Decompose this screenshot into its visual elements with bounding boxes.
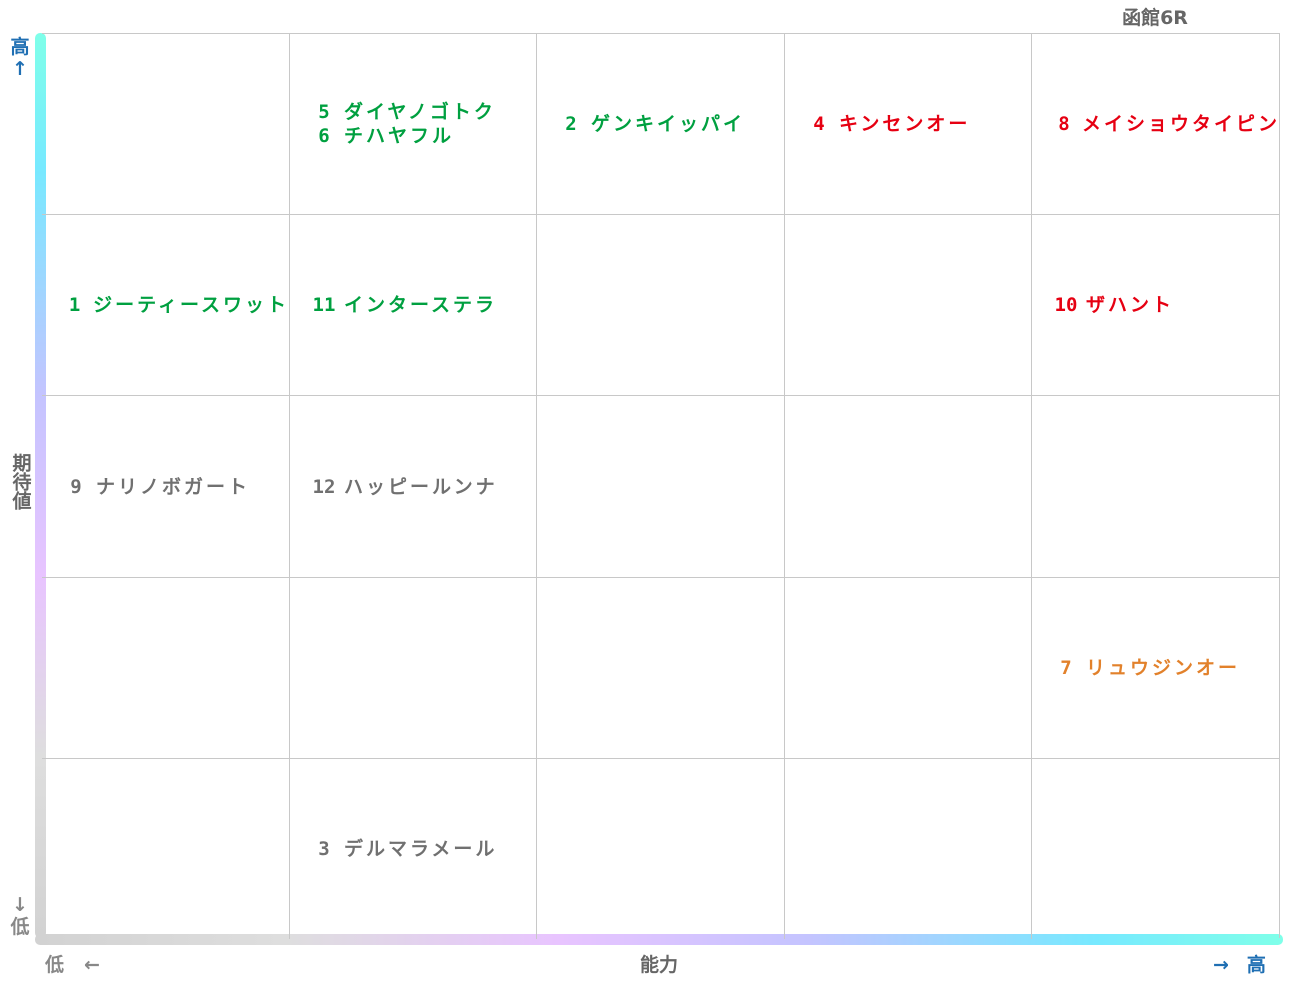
- grid-cell: [784, 578, 1031, 759]
- y-low-text: 低: [10, 916, 30, 938]
- horse-number: 6: [318, 125, 330, 147]
- horse-name: チハヤフル: [344, 125, 455, 147]
- grid-cell: 10 ザハント: [1031, 215, 1280, 396]
- horse-number: 9: [70, 475, 82, 498]
- horse-name: インターステラ: [344, 294, 498, 316]
- horse-entry: 2 ゲンキイッパイ: [551, 112, 784, 136]
- x-high-text: 高: [1246, 954, 1266, 976]
- horse-name: ナリノボガート: [96, 475, 251, 498]
- horse-entry: 5 ダイヤノゴトク: [304, 100, 536, 124]
- horse-entry: 3 デルマラメール: [304, 837, 536, 861]
- horse-entry: 12 ハッピールンナ: [304, 475, 536, 499]
- arrow-up-icon: ↑: [12, 58, 28, 80]
- y-axis-low-label: ↓ 低: [8, 894, 32, 938]
- y-high-text: 高: [10, 36, 30, 58]
- arrow-down-icon: ↓: [12, 894, 28, 916]
- grid-cell: [1031, 759, 1280, 939]
- horse-number: 11: [312, 294, 336, 316]
- x-axis-high-label: → 高: [1213, 950, 1266, 977]
- grid-cell: 8 メイショウタイピン: [1031, 34, 1280, 215]
- grid-cell: 2 ゲンキイッパイ: [536, 34, 784, 215]
- grid-cell: [536, 759, 784, 939]
- horse-number: 10: [1054, 294, 1078, 316]
- grid-cell: 11 インターステラ: [289, 215, 536, 396]
- horse-name: ハッピールンナ: [344, 475, 498, 498]
- y-axis-title: 期待値: [8, 453, 32, 510]
- y-axis-high-label: 高 ↑: [8, 36, 32, 80]
- horse-name: ダイヤノゴトク: [344, 101, 496, 123]
- grid-cell: [536, 215, 784, 396]
- grid-cell: [1031, 396, 1280, 578]
- horse-number: 4: [813, 113, 825, 135]
- grid-cell: 7 リュウジンオー: [1031, 578, 1280, 759]
- horse-name: デルマラメール: [344, 838, 498, 860]
- grid-cell: 1 ジーティースワット: [42, 215, 289, 396]
- x-axis-title: 能力: [640, 954, 679, 976]
- x-low-text: 低: [45, 954, 65, 976]
- horse-name: リュウジンオー: [1086, 657, 1241, 679]
- horse-entry: 11 インターステラ: [304, 293, 536, 317]
- grid-cell: [289, 578, 536, 759]
- grid-cell: [784, 396, 1031, 578]
- grid-cell: 12 ハッピールンナ: [289, 396, 536, 578]
- grid-cell: [42, 578, 289, 759]
- y-axis-title-text: 期待値: [9, 453, 32, 510]
- horse-number: 3: [318, 838, 330, 860]
- arrow-right-icon: →: [1213, 954, 1229, 976]
- horse-name: キンセンオー: [839, 113, 971, 135]
- grid-cell: 9 ナリノボガート: [42, 396, 289, 578]
- grid-cell: 4 キンセンオー: [784, 34, 1031, 215]
- horse-entry: 7 リュウジンオー: [1046, 656, 1280, 680]
- horse-entry: 9 ナリノボガート: [56, 475, 289, 499]
- horse-entry: 4 キンセンオー: [799, 112, 1031, 136]
- grid-cell: [536, 578, 784, 759]
- grid-cell: [784, 215, 1031, 396]
- x-axis-low-label: 低 ←: [45, 950, 100, 977]
- horse-number: 12: [312, 475, 336, 498]
- horse-number: 2: [565, 113, 577, 135]
- arrow-left-icon: ←: [84, 954, 100, 976]
- horse-entry: 6 チハヤフル: [304, 124, 536, 148]
- chart-grid: 5 ダイヤノゴトク 6 チハヤフル 2 ゲンキイッパイ 4 キンセンオー 8 メイショウタイピン 1…: [42, 33, 1280, 939]
- grid-cell: 3 デルマラメール: [289, 759, 536, 939]
- grid-cell: 5 ダイヤノゴトク 6 チハヤフル: [289, 34, 536, 215]
- grid-cell: [784, 759, 1031, 939]
- horse-name: メイショウタイピン: [1081, 113, 1280, 135]
- horse-name: ザハント: [1086, 294, 1175, 316]
- horse-name: ジーティースワット: [93, 294, 289, 316]
- horse-entry: 8 メイショウタイピン: [1046, 112, 1280, 136]
- grid-cell: [42, 759, 289, 939]
- horse-number: 5: [318, 101, 330, 123]
- horse-entry: 10 ザハント: [1046, 293, 1280, 317]
- horse-number: 7: [1060, 657, 1072, 679]
- horse-number: 8: [1058, 113, 1070, 135]
- chart-title: 函館6R: [1122, 7, 1188, 29]
- horse-name: ゲンキイッパイ: [591, 113, 746, 135]
- horse-entry: 1 ジーティースワット: [56, 293, 289, 317]
- grid-cell: [536, 396, 784, 578]
- horse-number: 1: [68, 294, 81, 316]
- grid-cell: [42, 34, 289, 215]
